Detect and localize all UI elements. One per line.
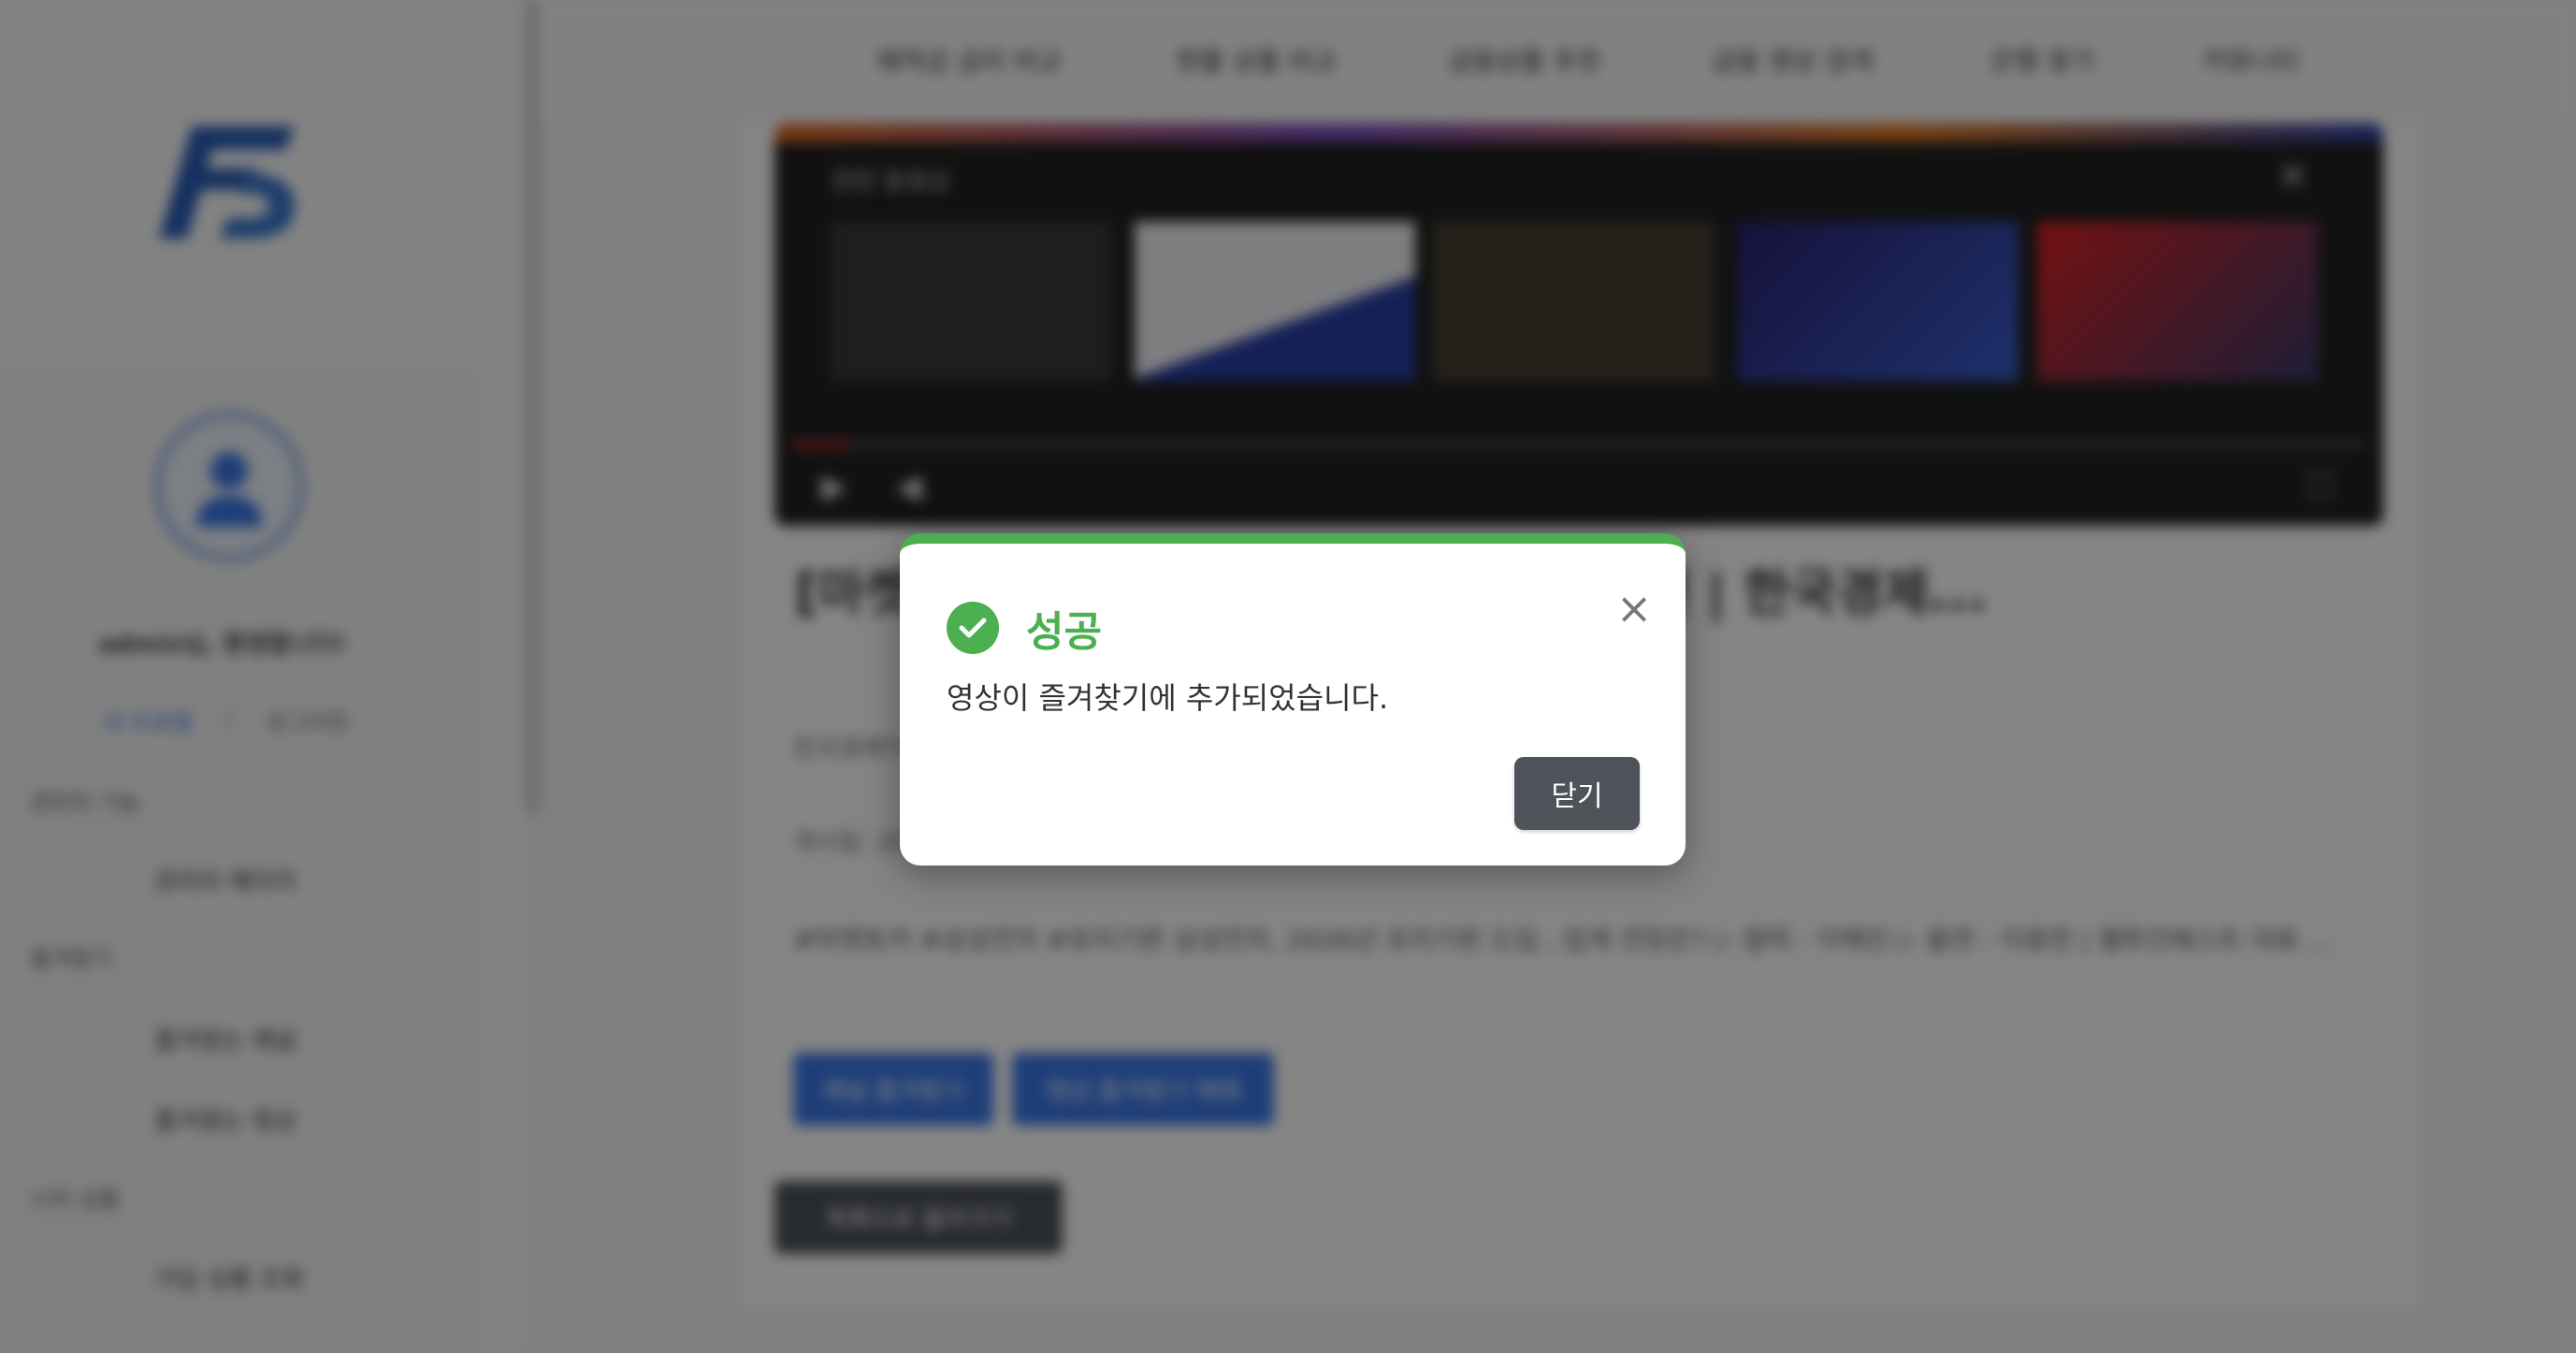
modal-title: 성공: [1026, 608, 1102, 656]
close-button[interactable]: 닫기: [1514, 757, 1640, 830]
checkmark-icon: [959, 618, 987, 638]
success-modal: 성공 × 영상이 즐겨찾기에 추가되었습니다. 닫기: [900, 533, 1686, 866]
close-icon[interactable]: ×: [1611, 585, 1657, 632]
modal-message: 영상이 즐겨찾기에 추가되었습니다.: [947, 680, 1389, 716]
check-circle-icon: [947, 602, 999, 654]
